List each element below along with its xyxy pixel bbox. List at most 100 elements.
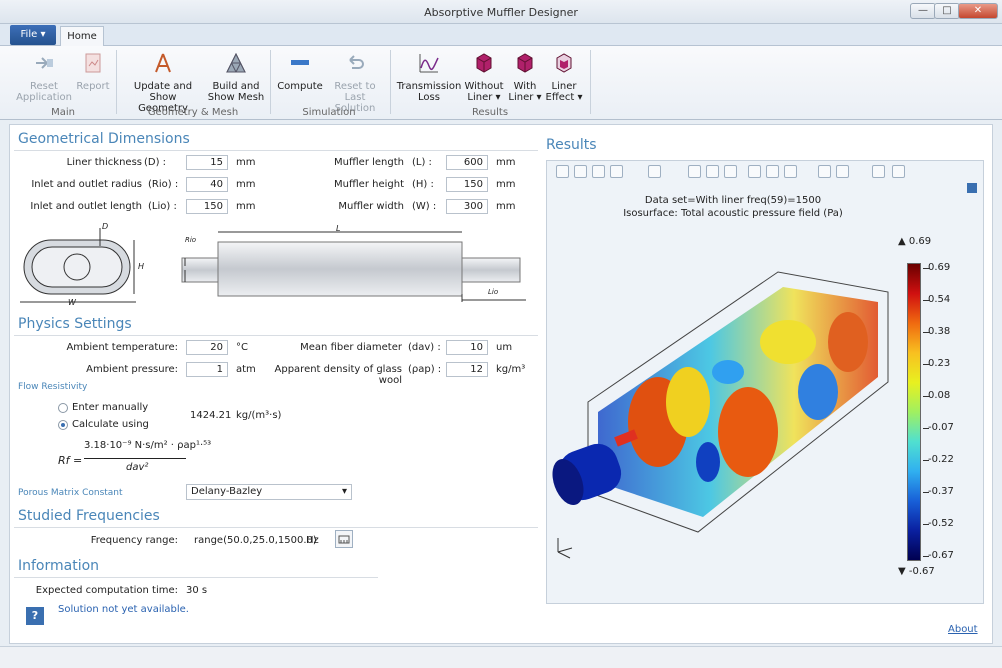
- muffler-length-input[interactable]: 600: [446, 155, 488, 170]
- colorbar-tick-label: -0.67: [928, 550, 954, 561]
- colorbar-tick-label: -0.07: [928, 422, 954, 433]
- ambient-pressure-input[interactable]: 1: [186, 362, 228, 377]
- select-boundary-icon[interactable]: [836, 165, 849, 178]
- range-icon: [338, 535, 350, 544]
- w-dim-label: W: [68, 298, 76, 307]
- porous-matrix-label: Porous Matrix Constant: [18, 488, 123, 498]
- range-editor-button[interactable]: [335, 530, 353, 548]
- file-menu-button[interactable]: File ▾: [10, 25, 56, 45]
- liner-thickness-symbol: (D) :: [144, 157, 167, 168]
- density-input[interactable]: 12: [446, 362, 488, 377]
- calculate-using-label: Calculate using: [72, 419, 149, 430]
- fiber-diameter-input[interactable]: 10: [446, 340, 488, 355]
- minimize-button[interactable]: —: [910, 3, 936, 19]
- zoom-out-icon[interactable]: [574, 165, 587, 178]
- inlet-length-label: Inlet and outlet length: [30, 201, 142, 212]
- xy-view-icon[interactable]: [688, 165, 701, 178]
- muffler-3d-plot: [552, 271, 889, 559]
- reset-application-label: Reset Application: [16, 81, 72, 103]
- inlet-length-unit: mm: [236, 201, 256, 212]
- ribbon-separator: [390, 50, 391, 114]
- zoom-in-icon[interactable]: [556, 165, 569, 178]
- density-symbol: (ρap) :: [408, 364, 442, 375]
- compute-button[interactable]: Compute: [274, 52, 326, 92]
- enter-manually-radio[interactable]: [58, 403, 68, 413]
- maximize-button[interactable]: □: [934, 3, 960, 19]
- computation-time-value: 30 s: [186, 585, 208, 596]
- muffler-length-unit: mm: [496, 157, 516, 168]
- select-domain-icon[interactable]: [818, 165, 831, 178]
- report-button[interactable]: Report: [74, 52, 112, 92]
- plot-dataset-title: Data set=With liner freq(59)=1500: [644, 195, 822, 206]
- help-icon[interactable]: ?: [26, 607, 44, 625]
- transparency-icon[interactable]: [766, 165, 779, 178]
- formula-numerator: 3.18·10⁻⁹ N·s/m² · ρap¹·⁵³: [84, 440, 212, 451]
- close-button[interactable]: ✕: [958, 3, 998, 19]
- flow-resistivity-value: 1424.21: [190, 410, 232, 421]
- liner-thickness-input[interactable]: 15: [186, 155, 228, 170]
- without-liner-label: Without Liner ▾: [464, 81, 504, 103]
- update-geometry-button[interactable]: Update and Show Geometry: [120, 52, 206, 114]
- wireframe-icon[interactable]: [748, 165, 761, 178]
- report-icon: [85, 53, 101, 73]
- muffler-length-label: Muffler length: [334, 157, 404, 168]
- muffler-width-input[interactable]: 300: [446, 199, 488, 214]
- line-plot-icon: [419, 54, 439, 73]
- cross-section-diagram: [20, 228, 136, 303]
- fiber-diameter-label: Mean fiber diameter: [300, 342, 402, 353]
- liner-effect-button[interactable]: Liner Effect ▾: [544, 52, 584, 103]
- density-unit: kg/m³: [496, 364, 526, 375]
- muffler-length-symbol: (L) :: [412, 157, 432, 168]
- scene-light-icon[interactable]: [784, 165, 797, 178]
- d-dim-label: D: [102, 222, 109, 231]
- with-liner-label: With Liner ▾: [508, 81, 542, 103]
- plot-subtitle: Isosurface: Total acoustic pressure fiel…: [623, 208, 843, 219]
- zx-view-icon[interactable]: [724, 165, 737, 178]
- muffler-width-unit: mm: [496, 201, 516, 212]
- inlet-length-input[interactable]: 150: [186, 199, 228, 214]
- ambient-temp-input[interactable]: 20: [186, 340, 228, 355]
- ambient-pressure-unit: atm: [236, 364, 256, 375]
- muffler-height-unit: mm: [496, 179, 516, 190]
- reset-icon: [36, 57, 53, 69]
- zoom-extents-icon[interactable]: [610, 165, 623, 178]
- reset-application-button[interactable]: Reset Application: [14, 52, 74, 103]
- with-liner-button[interactable]: With Liner ▾: [506, 52, 544, 103]
- liner-thickness-label: Liner thickness: [66, 157, 142, 168]
- zoom-box-icon[interactable]: [592, 165, 605, 178]
- camera-icon[interactable]: [872, 165, 885, 178]
- print-icon[interactable]: [892, 165, 905, 178]
- muffler-height-input[interactable]: 150: [446, 177, 488, 192]
- axis-orientation-icon[interactable]: [648, 165, 661, 178]
- group-geometry-label: Geometry & Mesh: [147, 107, 239, 118]
- without-liner-button[interactable]: Without Liner ▾: [462, 52, 506, 103]
- status-bar: [0, 646, 1002, 668]
- inlet-radius-unit: mm: [236, 179, 256, 190]
- yz-view-icon[interactable]: [706, 165, 719, 178]
- liner-cube-icon: [556, 53, 572, 73]
- group-simulation-label: Simulation: [302, 107, 356, 118]
- build-mesh-button[interactable]: Build and Show Mesh: [206, 52, 266, 103]
- tab-home[interactable]: Home: [60, 26, 104, 47]
- group-results-label: Results: [471, 107, 509, 118]
- geometry-icon: [155, 53, 171, 73]
- rio-dim-label: Rio: [185, 236, 197, 244]
- window-title: Absorptive Muffler Designer: [424, 6, 578, 19]
- liner-effect-label: Liner Effect ▾: [545, 81, 583, 103]
- colorbar-tick-label: -0.52: [928, 518, 954, 529]
- porous-matrix-select[interactable]: Delany-Bazley ▾: [186, 484, 352, 500]
- inlet-radius-input[interactable]: 40: [186, 177, 228, 192]
- muffler-width-symbol: (W) :: [412, 201, 437, 212]
- transmission-loss-button[interactable]: Transmission Loss: [396, 52, 462, 103]
- cube-icon: [476, 53, 492, 73]
- formula-bar: [84, 458, 186, 459]
- h-dim-label: H: [138, 262, 145, 271]
- flow-resistivity-unit: kg/(m³·s): [236, 410, 282, 421]
- solution-status: Solution not yet available.: [58, 604, 189, 615]
- about-link[interactable]: About: [948, 624, 978, 635]
- calculate-using-radio[interactable]: [58, 420, 68, 430]
- chevron-down-icon: ▾: [341, 486, 347, 497]
- expand-icon[interactable]: [967, 183, 977, 193]
- frequency-range-value[interactable]: range(50.0,25.0,1500.0): [194, 535, 317, 546]
- reset-last-solution-button[interactable]: Reset to Last Solution: [326, 52, 384, 114]
